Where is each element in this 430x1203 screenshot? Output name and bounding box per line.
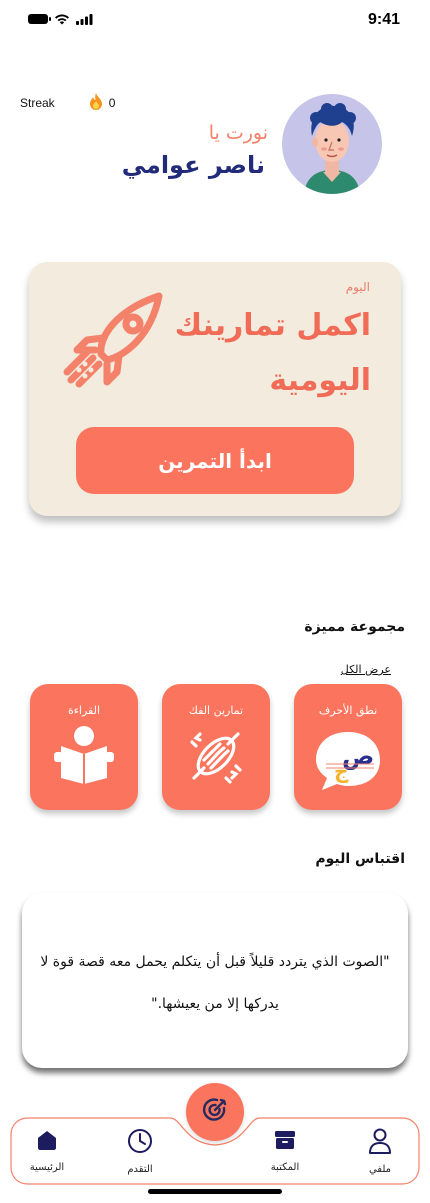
quote-section-title: اقتباس اليوم (315, 851, 405, 867)
cellular-signal-icon (76, 13, 93, 25)
daily-kicker: اليوم (345, 280, 370, 294)
status-icons (28, 13, 93, 25)
streak-counter: Streak 0 (20, 93, 115, 113)
streak-label: Streak (20, 96, 55, 110)
tile-label: القراءة (67, 704, 101, 717)
clock-icon (127, 1128, 153, 1158)
wifi-icon (54, 13, 70, 25)
tile-label: نطق الأحرف (318, 704, 378, 717)
daily-exercise-card: اليوم اكمل تمارينك اليومية ابدأ التمرين (29, 262, 401, 516)
nav-label: الرئيسية (29, 1162, 65, 1173)
tile-reading[interactable]: القراءة (30, 684, 138, 810)
home-icon (35, 1128, 59, 1156)
tile-letters-pronunciation[interactable]: نطق الأحرف ص ج (294, 684, 402, 810)
target-icon (200, 1095, 230, 1129)
streak-count: 0 (108, 96, 116, 110)
nav-label: المكتبة (270, 1162, 300, 1173)
avatar[interactable] (282, 94, 382, 194)
tile-jaw-exercises[interactable]: تمارين الفك (162, 684, 270, 810)
rocket-icon (59, 284, 174, 398)
center-action-button[interactable] (186, 1083, 244, 1141)
home-indicator (148, 1189, 282, 1194)
flame-icon (89, 93, 103, 113)
view-all-link[interactable]: عرض الكل (341, 663, 391, 676)
user-icon (368, 1128, 392, 1158)
greeting-text: نورت يا (208, 122, 268, 144)
status-bar: 9:41 (0, 0, 430, 44)
archive-icon (273, 1128, 297, 1156)
nav-item-profile[interactable]: ملفي (345, 1128, 415, 1175)
nav-item-home[interactable]: الرئيسية (12, 1128, 82, 1173)
username: ناصر عوامي (121, 151, 265, 179)
quote-card: "الصوت الذي يتردد قليلاً قبل أن يتكلم يح… (22, 893, 408, 1068)
svg-text:ج: ج (334, 759, 349, 783)
featured-section-title: مجموعة مميزة (304, 619, 405, 635)
status-time: 9:41 (367, 11, 400, 28)
nav-label: التقدم (127, 1164, 153, 1175)
nav-label: ملفي (368, 1164, 392, 1175)
letters-speech-icon: ص ج (294, 724, 402, 796)
nav-item-progress[interactable]: التقدم (105, 1128, 175, 1175)
tile-label: تمارين الفك (188, 704, 244, 717)
quote-text: "الصوت الذي يتردد قليلاً قبل أن يتكلم يح… (40, 954, 390, 1012)
jaw-muscle-icon (162, 724, 270, 788)
reading-person-icon (30, 724, 138, 790)
start-exercise-button[interactable]: ابدأ التمرين (76, 427, 354, 494)
battery-icon (28, 14, 51, 24)
daily-title: اكمل تمارينك اليومية (174, 308, 371, 398)
nav-item-library[interactable]: المكتبة (250, 1128, 320, 1173)
